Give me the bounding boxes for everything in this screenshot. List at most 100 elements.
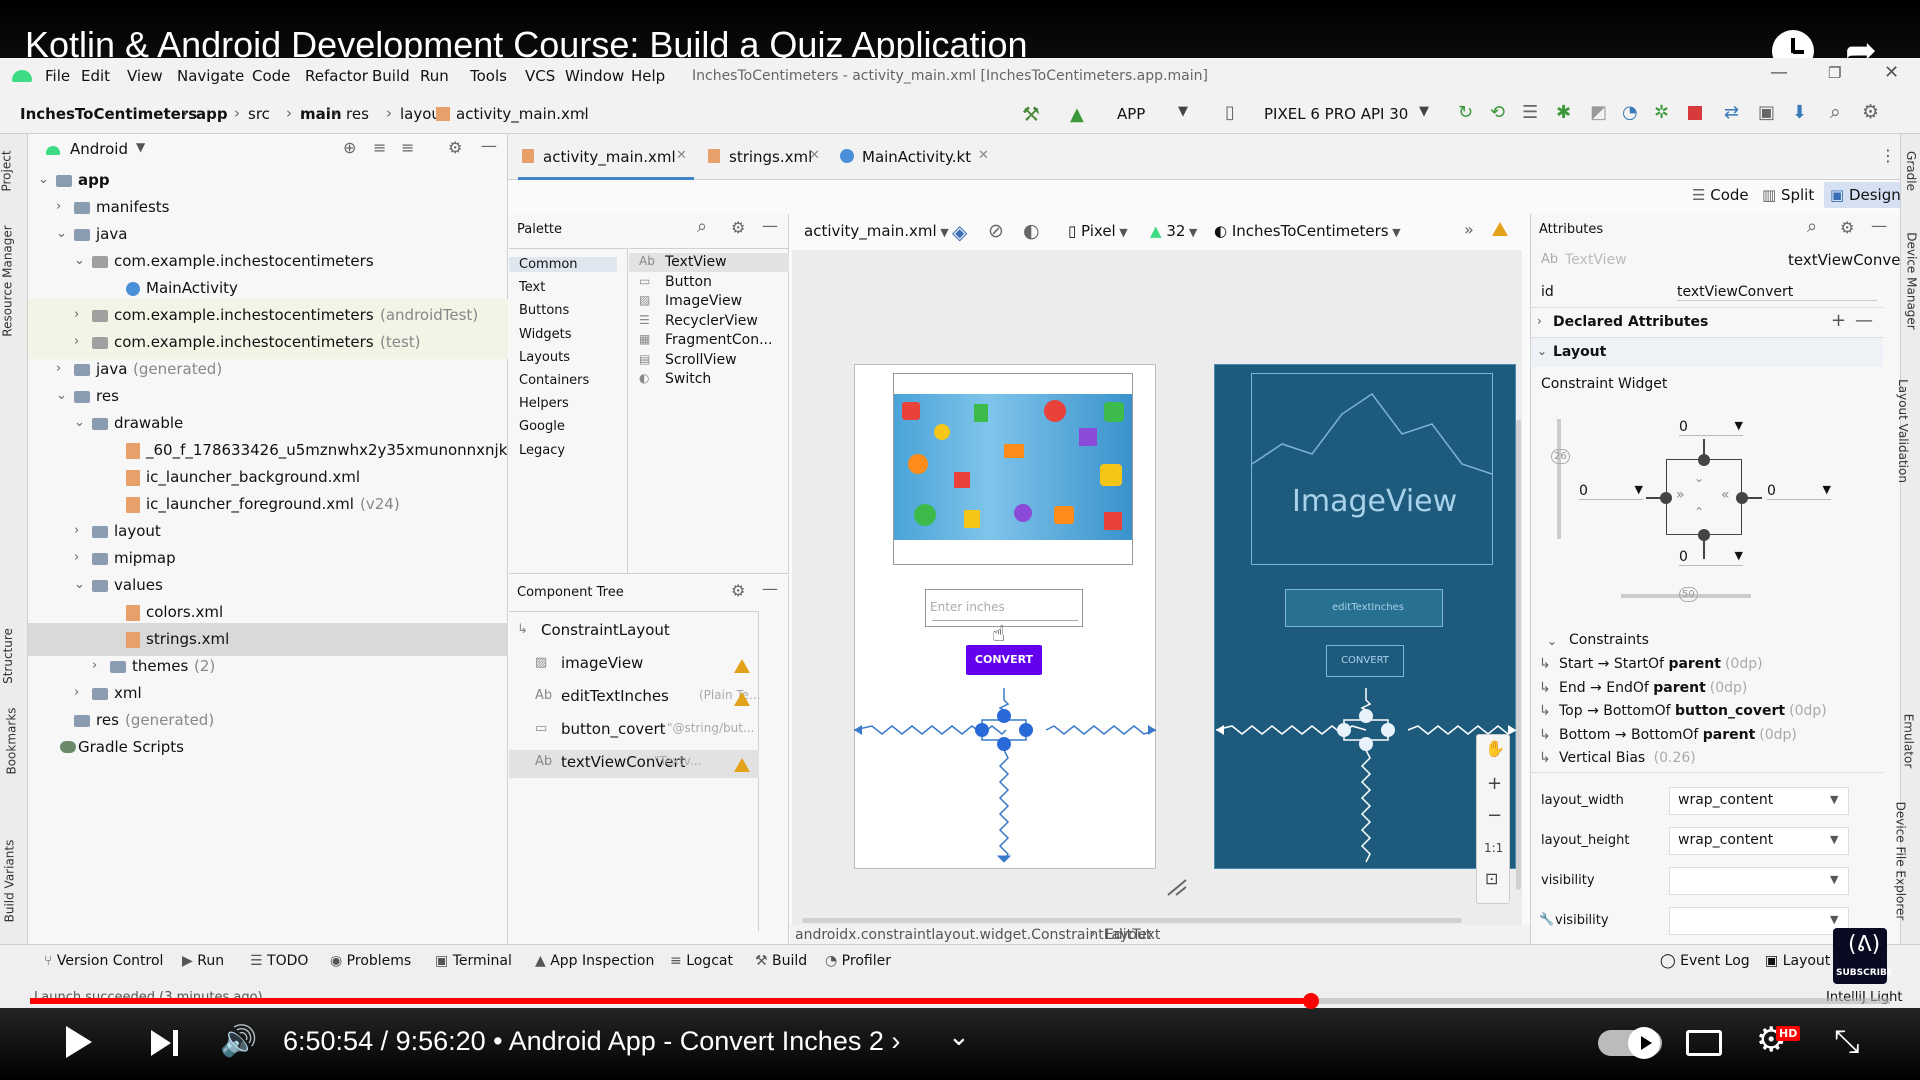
progress-scrubber[interactable] (1302, 993, 1319, 1009)
theme-select[interactable]: ◐ InchesToCentimeters ▼ (1214, 222, 1401, 240)
palette-category[interactable]: Helpers (519, 396, 569, 411)
api-level-select[interactable]: ▲ 32 ▼ (1150, 222, 1197, 240)
tool-window-button[interactable]: ⚒ Build (755, 953, 807, 969)
expand-all-icon[interactable]: ≡ (373, 138, 386, 157)
palette-item[interactable]: ☰ RecyclerView (629, 312, 789, 331)
captions-icon[interactable] (1686, 1030, 1722, 1056)
chapter-chevron-icon[interactable]: ⌄ (948, 1022, 970, 1052)
strip-gradle[interactable]: Gradle (1904, 151, 1918, 191)
palette-category[interactable]: Layouts (519, 350, 570, 365)
apply-changes-icon[interactable]: ↻ (1458, 102, 1473, 123)
zoom-out-icon[interactable]: − (1487, 805, 1502, 826)
overflow-icon[interactable]: » (1464, 220, 1474, 239)
palette-item[interactable]: ▦ FragmentCon... (629, 331, 789, 350)
time-and-chapter[interactable]: 6:50:54 / 9:56:20 • Android App - Conver… (283, 1026, 900, 1057)
tab-close-icon[interactable]: ✕ (978, 148, 989, 163)
remove-attribute-icon[interactable]: — (1855, 310, 1873, 331)
dropdown-icon[interactable]: ▼ (1830, 833, 1838, 846)
constraint-row[interactable]: ↳ Bottom → BottomOf parent (0dp) (1531, 725, 1883, 747)
tool-window-button[interactable]: ▣ Terminal (435, 953, 512, 969)
menu-item-tools[interactable]: Tools (470, 67, 507, 85)
tool-window-button[interactable]: ◉ Problems (330, 953, 411, 969)
menu-item-code[interactable]: Code (252, 67, 290, 85)
palette-category[interactable]: Buttons (519, 303, 569, 318)
declared-attributes-section[interactable]: › Declared Attributes + — (1531, 307, 1883, 337)
component-tree-item[interactable]: ▭ button_covert "@string/but... (509, 717, 759, 745)
margin-left-select[interactable]: 0 ▼ (1579, 483, 1643, 500)
path-edittext[interactable]: EditText (1105, 927, 1160, 943)
palette-hide-icon[interactable]: — (762, 216, 778, 235)
menu-item-edit[interactable]: Edit (81, 67, 110, 85)
palette-category[interactable]: Legacy (519, 443, 565, 458)
menu-item-view[interactable]: View (127, 67, 163, 85)
strip-structure[interactable]: Structure (1, 628, 15, 684)
minimize-icon[interactable]: — (1770, 62, 1788, 83)
collapse-all-icon[interactable]: ≡ (401, 138, 414, 157)
android-run-icon[interactable]: ▲ (1070, 104, 1084, 125)
layout-file-select[interactable]: activity_main.xml ▼ (804, 222, 949, 240)
project-view-dropdown-icon[interactable]: ▼ (136, 140, 145, 154)
menu-item-window[interactable]: Window (565, 67, 624, 85)
play-icon[interactable] (66, 1026, 92, 1058)
zoom-fit-icon[interactable]: ⊡ (1485, 869, 1498, 888)
palette-search-icon[interactable]: ⌕ (697, 216, 707, 237)
constraint-row[interactable]: ↳ Start → StartOf parent (0dp) (1531, 654, 1883, 676)
event-log-button[interactable]: ◯ Event Log (1660, 953, 1750, 969)
expand-arrow-icon[interactable]: › (74, 523, 79, 538)
sdk-manager-icon[interactable]: ⬇ (1792, 102, 1807, 123)
expand-arrow-icon[interactable]: › (56, 199, 61, 214)
palette-category[interactable]: Google (519, 419, 565, 434)
stop-icon[interactable] (1688, 106, 1702, 120)
autoplay-toggle[interactable] (1598, 1027, 1662, 1059)
restore-icon[interactable]: ❐ (1828, 64, 1841, 82)
attach-debugger-icon[interactable]: ◩ (1590, 102, 1607, 123)
palette-category[interactable]: Common (509, 257, 617, 272)
strip-resource-manager[interactable]: Resource Manager (1, 225, 15, 336)
attach-process-icon[interactable]: ✲ (1654, 102, 1669, 123)
palette-category[interactable]: Text (519, 280, 545, 295)
dropdown-icon[interactable]: ▼ (1830, 913, 1838, 926)
warning-icon[interactable] (734, 758, 750, 772)
breadcrumb-item[interactable]: src (248, 105, 270, 123)
tool-window-button[interactable]: ◔ Profiler (825, 953, 891, 969)
tool-window-button[interactable]: ≡ Logcat (670, 953, 733, 969)
strip-build-variants[interactable]: Build Variants (2, 840, 16, 923)
next-icon[interactable] (151, 1030, 171, 1056)
tab-activity-main[interactable]: activity_main.xml ✕ (518, 142, 694, 180)
zoom-in-icon[interactable]: + (1487, 773, 1502, 794)
attribute-value-select[interactable]: ▼ (1669, 907, 1849, 935)
strip-bookmarks[interactable]: Bookmarks (5, 707, 19, 774)
component-tree-hide-icon[interactable]: — (762, 579, 778, 598)
debug-icon[interactable]: ✱ (1556, 102, 1571, 123)
expand-arrow-icon[interactable]: › (74, 550, 79, 565)
palette-category[interactable]: Containers (519, 373, 589, 388)
attribute-value-select[interactable]: ▼ (1669, 867, 1849, 895)
breadcrumb-item[interactable]: InchesToCentimeters (20, 105, 197, 123)
layout-inspector-button[interactable]: ▣ Layout I (1765, 953, 1839, 969)
close-window-icon[interactable]: ✕ (1884, 62, 1899, 83)
menu-item-build[interactable]: Build (372, 67, 410, 85)
run-config-select[interactable]: APP (1117, 105, 1145, 123)
menu-item-refactor[interactable]: Refactor (305, 67, 368, 85)
sync-gradle-icon[interactable]: ⇄ (1724, 102, 1739, 123)
tab-close-icon[interactable]: ✕ (809, 148, 820, 163)
warning-icon[interactable] (734, 692, 750, 706)
canvas-vertical-scrollbar[interactable] (1516, 420, 1521, 890)
menu-item-navigate[interactable]: Navigate (177, 67, 244, 85)
attributes-search-icon[interactable]: ⌕ (1807, 216, 1817, 237)
search-icon[interactable]: ⌕ (1830, 101, 1841, 123)
tool-window-button[interactable]: ☰ TODO (250, 953, 308, 969)
palette-item[interactable]: ▭ Button (629, 273, 789, 292)
component-tree-item[interactable]: ↳ ConstraintLayout (509, 618, 759, 646)
expand-arrow-icon[interactable]: ⌄ (56, 388, 67, 403)
hide-panel-icon[interactable]: — (481, 136, 497, 155)
margin-bottom-select[interactable]: 0 ▼ (1679, 549, 1743, 566)
view-mode-code[interactable]: ☰ Code (1692, 186, 1749, 204)
tab-close-icon[interactable]: ✕ (676, 148, 687, 163)
view-mode-design[interactable]: ▣ Design (1824, 182, 1907, 208)
expand-arrow-icon[interactable]: ⌄ (74, 415, 85, 430)
expand-arrow-icon[interactable]: › (74, 307, 79, 322)
component-tree-settings-icon[interactable]: ⚙ (731, 581, 745, 600)
constraint-widget[interactable]: 26 50 ⌄ ⌃ » « 0 ▼ 0 ▼ 0 ▼ 0 ▼ (1551, 419, 1851, 602)
margin-top-select[interactable]: 0 ▼ (1679, 419, 1743, 436)
